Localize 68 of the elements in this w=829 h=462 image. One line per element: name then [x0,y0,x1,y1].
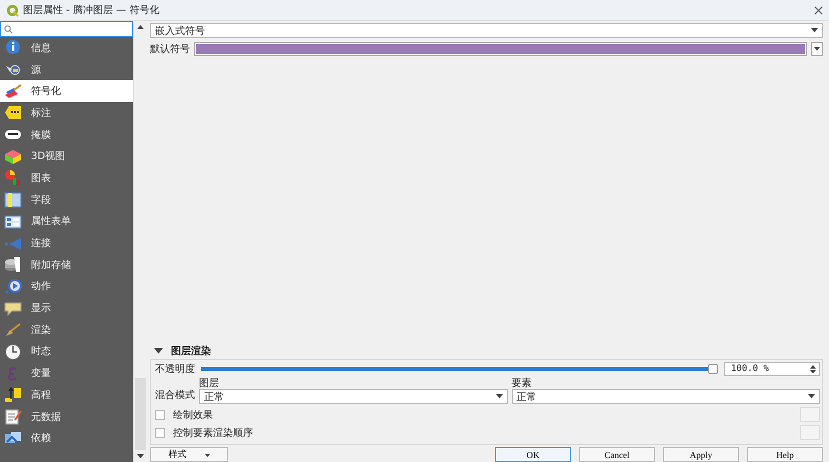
collapse-icon[interactable] [154,348,163,354]
spin-down-icon[interactable] [810,370,816,374]
clock-icon [4,342,22,360]
checkbox[interactable] [155,428,165,438]
window-title: 图层属性 - 腾冲图层 — 符号化 [23,4,160,17]
app-logo-icon [6,4,19,16]
close-icon[interactable] [814,6,823,14]
layer-blend-dropdown[interactable]: 正常 [199,389,508,404]
sidebar-item[interactable]: 元数据 [0,406,133,428]
sidebar-item[interactable]: 附加存储 [0,254,133,276]
label-icon [4,104,22,122]
chart-icon [4,169,22,186]
scroll-down-icon[interactable] [137,454,144,458]
caret-icon[interactable] [808,394,815,399]
brush-icon [4,321,22,338]
sidebar-item[interactable]: 时态 [0,340,133,362]
search-field[interactable] [0,21,133,37]
opacity-slider[interactable] [201,364,718,374]
field-label: 默认符号 [150,43,190,56]
speech-bubble-icon [4,300,22,317]
sidebar-item[interactable]: 字段 [0,188,133,210]
sidebar-item[interactable]: 图表 [0,167,133,189]
sidebar-item[interactable]: 掩膜 [0,124,133,146]
elevation-icon [4,386,22,404]
form-icon [4,212,22,230]
info-icon [4,39,22,56]
style-menu-button[interactable]: 样式 [150,447,228,462]
dialog-button[interactable]: Cancel [579,447,655,462]
sidebar-item[interactable]: 高程 [0,384,133,406]
dialog-button[interactable]: Help [747,447,823,462]
sidebar-item[interactable]: 显示 [0,297,133,319]
symbol-menu-button[interactable] [811,42,823,56]
dialog-button[interactable]: Apply [663,447,739,462]
opacity-spinbox[interactable]: 100.0 % [724,362,820,376]
caret-icon[interactable] [496,394,502,399]
field-label: 图层 [199,379,220,389]
sidebar-item[interactable]: 渲染 [0,318,133,341]
feature-blend-dropdown[interactable]: 正常 [512,389,820,404]
sidebar-item[interactable]: 依赖 [0,427,133,450]
sidebar-item[interactable]: 符号化 [0,80,133,102]
sidebar-item[interactable]: 标注 [0,102,133,124]
sidebar-item[interactable]: 源 [0,58,133,80]
database-icon [4,256,22,274]
renderer-dropdown[interactable]: 嵌入式符号 [150,23,823,38]
search-icon [4,24,13,34]
document-icon [4,408,22,426]
field-label: 混合模式 [155,388,195,403]
sidebar-item[interactable]: 变量 [0,362,133,384]
cube-icon [4,148,22,165]
sidebar-item[interactable]: 动作 [0,276,133,298]
checkbox[interactable] [155,410,165,420]
caret-icon [204,454,210,457]
checkbox-label: 控制要素渲染顺序 [173,426,253,440]
checkbox-label: 绘制效果 [173,408,213,422]
sidebar-item[interactable]: 属性表单 [0,210,133,232]
field-label: 要素 [512,379,532,389]
sidebar-item[interactable]: 3D视图 [0,145,133,168]
scroll-up-icon[interactable] [137,24,144,30]
caret-icon [814,47,820,51]
paint-brush-icon [4,82,22,100]
dialog-button[interactable]: OK [495,447,571,462]
section-title: 图层渲染 [171,344,211,358]
spin-up-icon[interactable] [810,364,816,368]
table-icon [4,191,22,208]
caret-icon[interactable] [811,28,818,33]
sidebar-item[interactable]: 信息 [0,37,133,59]
field-label: 不透明度 [155,362,195,376]
sidebar-item[interactable]: 连接 [0,232,133,254]
